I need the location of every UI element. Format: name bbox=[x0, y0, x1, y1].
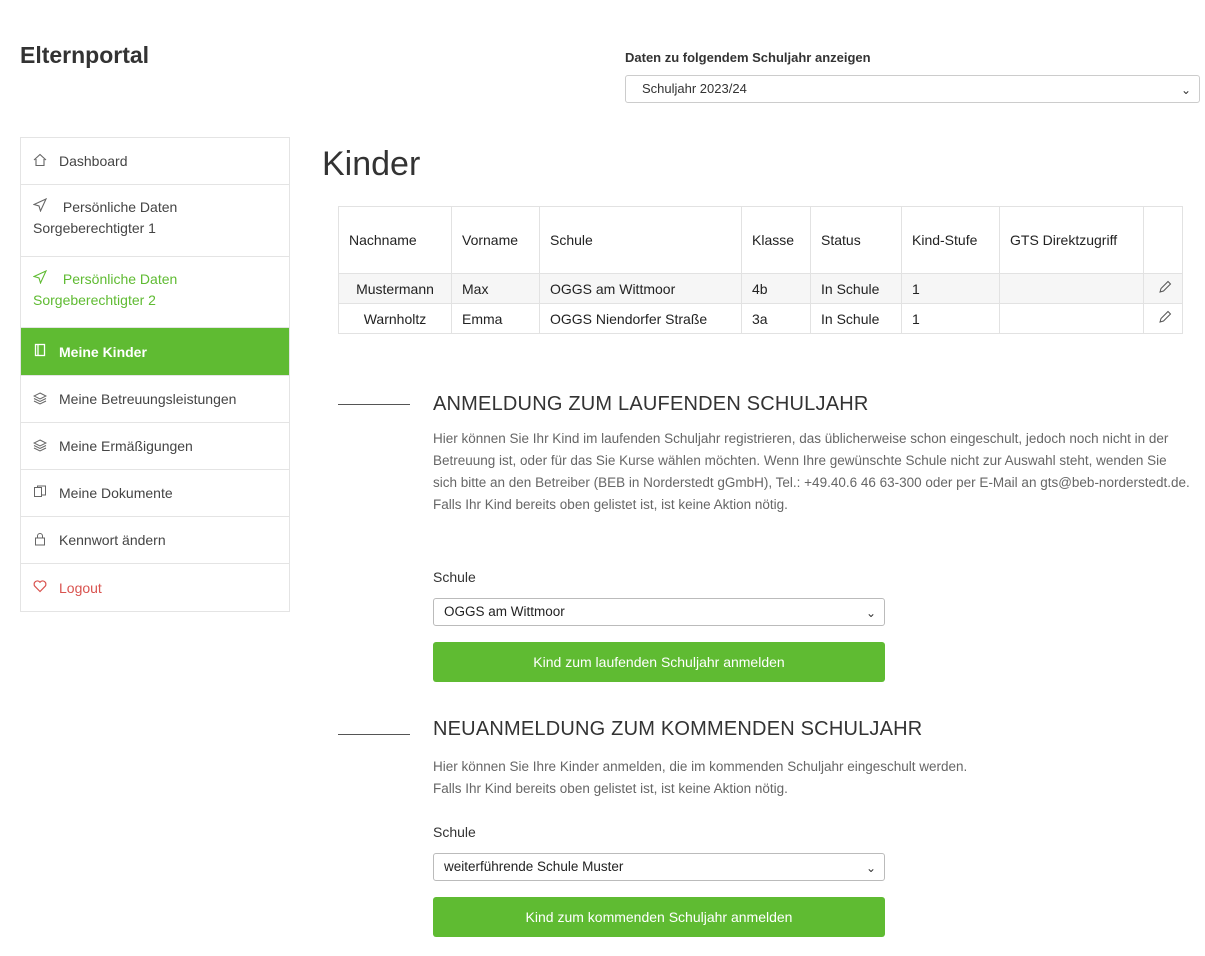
school-select-value: OGGS am Wittmoor bbox=[444, 604, 565, 619]
year-selector-label: Daten zu folgendem Schuljahr anzeigen bbox=[625, 50, 871, 65]
sidebar-item-label: Dashboard bbox=[59, 153, 128, 169]
section-text-current: Hier können Sie Ihr Kind im laufenden Sc… bbox=[433, 428, 1193, 516]
send-icon bbox=[32, 269, 55, 290]
year-select[interactable]: Schuljahr 2023/24 ⌄ bbox=[625, 75, 1200, 103]
chevron-down-icon: ⌄ bbox=[865, 606, 876, 620]
sidebar-item-label: Meine Ermäßigungen bbox=[59, 438, 193, 454]
section-text-next: Hier können Sie Ihre Kinder anmelden, di… bbox=[433, 756, 1193, 800]
column-header: Klasse bbox=[741, 206, 811, 274]
column-header: Vorname bbox=[451, 206, 540, 274]
sidebar-item-betreuungsleistungen[interactable]: Meine Betreuungsleistungen bbox=[21, 376, 289, 423]
sidebar-item-label: Meine Dokumente bbox=[59, 485, 173, 501]
section-title-next: NEUANMELDUNG ZUM KOMMENDEN SCHULJAHR bbox=[433, 718, 923, 740]
book-icon bbox=[33, 343, 55, 360]
sidebar-item-dokumente[interactable]: Meine Dokumente bbox=[21, 470, 289, 517]
sidebar-item-label: Logout bbox=[59, 579, 102, 596]
sidebar-item-label: Kennwort ändern bbox=[59, 532, 166, 548]
section-divider-line bbox=[338, 734, 410, 735]
pencil-icon[interactable] bbox=[1158, 280, 1172, 297]
column-header: GTS Direktzugriff bbox=[999, 206, 1144, 274]
home-icon bbox=[33, 153, 55, 170]
section-description: Hier können Sie Ihre Kinder anmelden, di… bbox=[433, 759, 968, 774]
register-current-year-button[interactable]: Kind zum laufenden Schuljahr anmelden bbox=[433, 642, 885, 682]
cell-status: In Schule bbox=[810, 273, 902, 304]
sidebar: Dashboard Persönliche Daten Sorgeberecht… bbox=[20, 137, 290, 612]
register-next-year-button[interactable]: Kind zum kommenden Schuljahr anmelden bbox=[433, 897, 885, 937]
column-header: Schule bbox=[539, 206, 742, 274]
lock-icon bbox=[33, 532, 55, 549]
heart-icon bbox=[33, 579, 55, 596]
cell-klasse: 3a bbox=[741, 303, 811, 334]
column-header bbox=[1143, 206, 1183, 274]
cell-schule: OGGS am Wittmoor bbox=[539, 273, 742, 304]
edit-cell bbox=[1143, 303, 1183, 334]
cell-gts-direktzugriff bbox=[999, 303, 1144, 334]
school-label-next: Schule bbox=[433, 824, 476, 840]
section-divider-line bbox=[338, 404, 410, 405]
brand-title: Elternportal bbox=[20, 42, 150, 68]
sidebar-item-kennwort[interactable]: Kennwort ändern bbox=[21, 517, 289, 564]
section-note: Falls Ihr Kind bereits oben gelistet ist… bbox=[433, 781, 788, 796]
sidebar-item-persoenliche-daten-2[interactable]: Persönliche Daten Sorgeberechtigter 2 bbox=[21, 257, 289, 328]
column-header: Status bbox=[810, 206, 902, 274]
cell-vorname: Emma bbox=[451, 303, 540, 334]
sidebar-item-dashboard[interactable]: Dashboard bbox=[21, 138, 289, 185]
sidebar-item-label: Meine Betreuungsleistungen bbox=[59, 391, 237, 407]
section-note: Falls Ihr Kind bereits oben gelistet ist… bbox=[433, 497, 788, 512]
cell-klasse: 4b bbox=[741, 273, 811, 304]
sidebar-item-label: Meine Kinder bbox=[59, 343, 147, 360]
sidebar-item-logout[interactable]: Logout bbox=[21, 564, 289, 611]
cell-nachname: Mustermann bbox=[338, 273, 452, 304]
sidebar-item-persoenliche-daten-1[interactable]: Persönliche Daten Sorgeberechtigter 1 bbox=[21, 185, 289, 257]
page-title: Kinder bbox=[322, 145, 421, 183]
year-select-value: Schuljahr 2023/24 bbox=[642, 81, 747, 96]
column-header: Kind-Stufe bbox=[901, 206, 1000, 274]
school-select-next[interactable]: weiterführende Schule Muster ⌄ bbox=[433, 853, 885, 881]
edit-cell bbox=[1143, 273, 1183, 304]
documents-icon bbox=[33, 485, 55, 502]
section-title-current: ANMELDUNG ZUM LAUFENDEN SCHULJAHR bbox=[433, 393, 869, 415]
table-row: Mustermann Max OGGS am Wittmoor 4b In Sc… bbox=[338, 273, 1183, 304]
cell-vorname: Max bbox=[451, 273, 540, 304]
section-description: Hier können Sie Ihr Kind im laufenden Sc… bbox=[433, 431, 1190, 490]
cell-kind-stufe: 1 bbox=[901, 273, 1000, 304]
sidebar-item-meine-kinder[interactable]: Meine Kinder bbox=[21, 328, 289, 376]
cell-schule: OGGS Niendorfer Straße bbox=[539, 303, 742, 334]
send-icon bbox=[32, 197, 55, 218]
children-table: Nachname Vorname Schule Klasse Status Ki… bbox=[338, 206, 1183, 334]
layers-icon bbox=[32, 391, 55, 408]
cell-status: In Schule bbox=[810, 303, 902, 334]
layers-icon bbox=[32, 438, 55, 455]
school-select-current[interactable]: OGGS am Wittmoor ⌄ bbox=[433, 598, 885, 626]
table-header-row: Nachname Vorname Schule Klasse Status Ki… bbox=[338, 206, 1183, 274]
chevron-down-icon: ⌄ bbox=[865, 861, 876, 875]
cell-kind-stufe: 1 bbox=[901, 303, 1000, 334]
sidebar-item-ermaessigungen[interactable]: Meine Ermäßigungen bbox=[21, 423, 289, 470]
cell-nachname: Warnholtz bbox=[338, 303, 452, 334]
school-label-current: Schule bbox=[433, 569, 476, 585]
table-row: Warnholtz Emma OGGS Niendorfer Straße 3a… bbox=[338, 303, 1183, 334]
cell-gts-direktzugriff bbox=[999, 273, 1144, 304]
column-header: Nachname bbox=[338, 206, 452, 274]
pencil-icon[interactable] bbox=[1158, 310, 1172, 327]
chevron-down-icon: ⌄ bbox=[1180, 83, 1191, 97]
school-select-value: weiterführende Schule Muster bbox=[444, 859, 624, 874]
